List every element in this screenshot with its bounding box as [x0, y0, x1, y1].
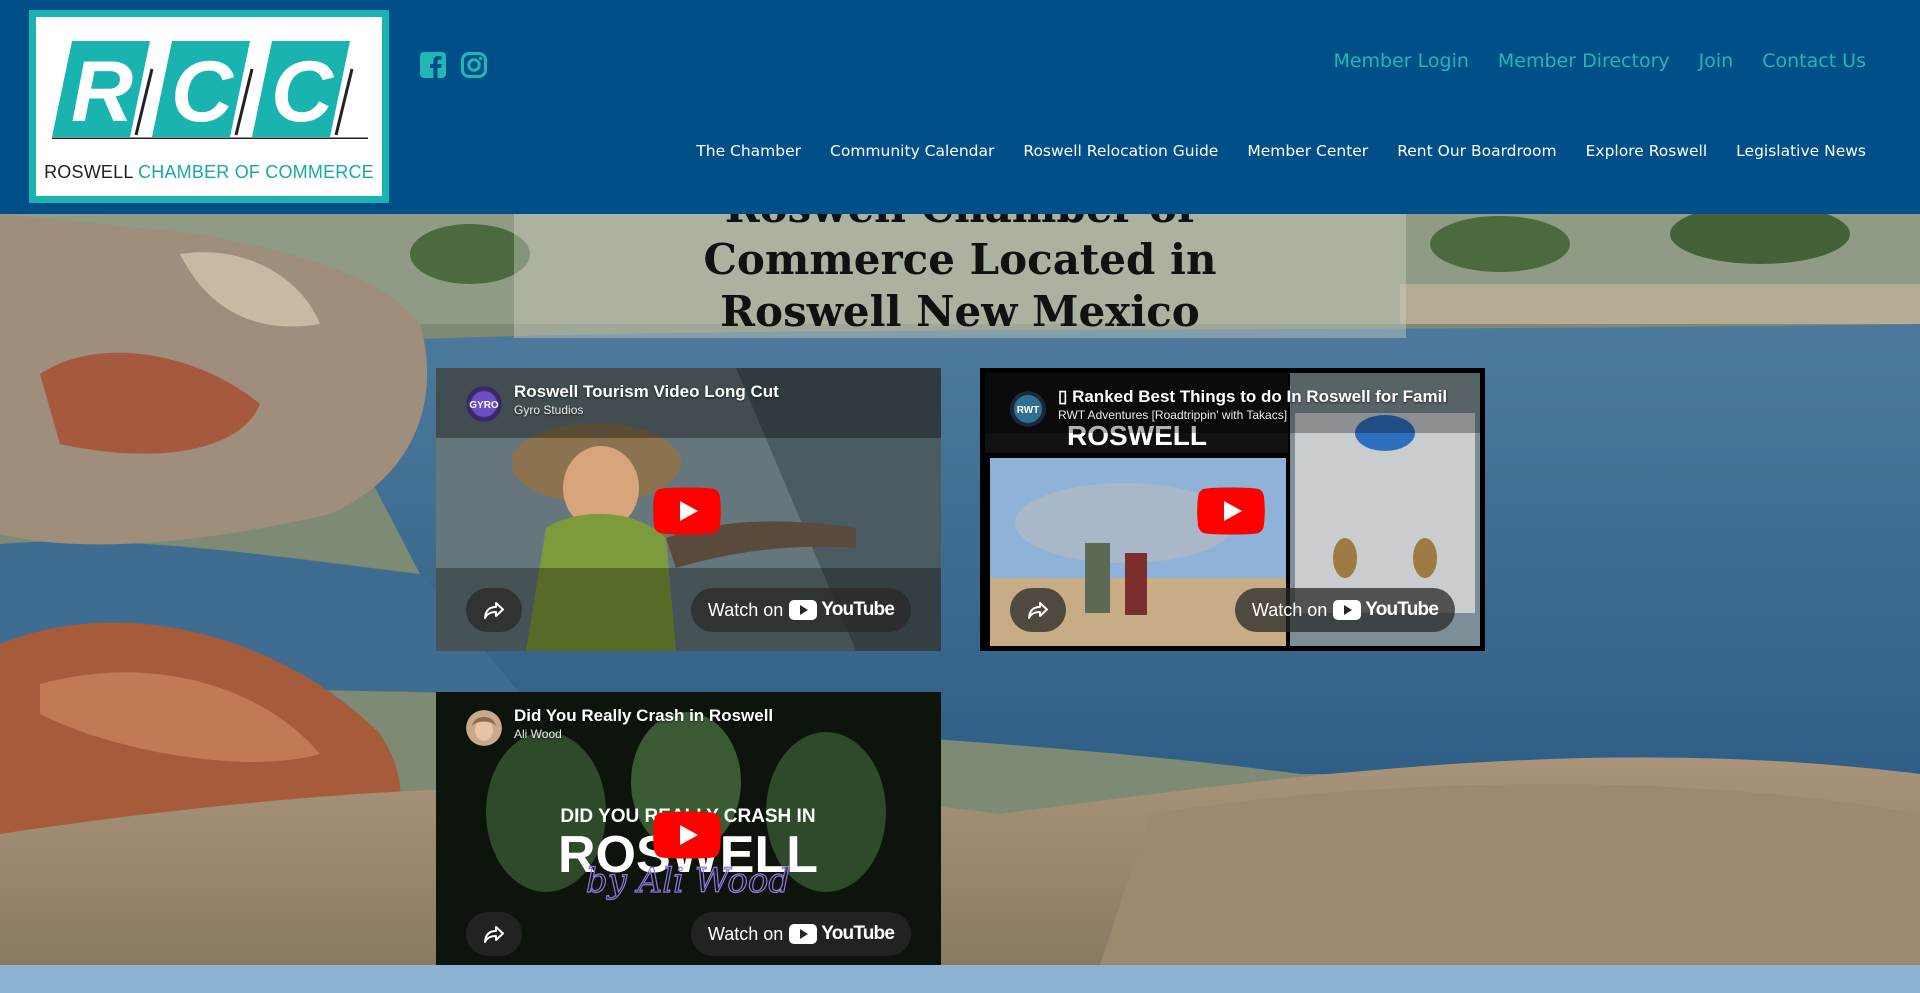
- nav-member-center[interactable]: Member Center: [1247, 142, 1368, 160]
- play-button-icon[interactable]: [653, 487, 721, 535]
- facebook-icon[interactable]: [419, 51, 447, 79]
- member-login-link[interactable]: Member Login: [1333, 50, 1468, 72]
- logo-letter-r: R: [71, 44, 133, 139]
- instagram-icon[interactable]: [460, 51, 488, 79]
- youtube-wordmark: YouTube: [1365, 599, 1439, 620]
- logo-wordmark-dark: ROSWELL: [44, 162, 133, 182]
- video-channel[interactable]: Ali Wood: [514, 727, 562, 741]
- video-title[interactable]: ▯ Ranked Best Things to do In Roswell fo…: [1058, 387, 1448, 407]
- nav-the-chamber[interactable]: The Chamber: [696, 142, 801, 160]
- share-icon: [1028, 602, 1048, 619]
- page-title-line-2: Commerce Located in: [703, 235, 1217, 284]
- logo-wordmark: ROSWELL CHAMBER OF COMMERCE: [36, 162, 382, 183]
- nav-legislative-news[interactable]: Legislative News: [1736, 142, 1866, 160]
- watch-on-youtube-button[interactable]: Watch on YouTube: [691, 912, 911, 956]
- channel-avatar[interactable]: GYRO: [466, 386, 502, 422]
- watch-on-youtube-button[interactable]: Watch on YouTube: [691, 588, 911, 632]
- youtube-logo-icon: YouTube: [789, 923, 895, 945]
- play-button-icon[interactable]: [1197, 487, 1265, 535]
- share-button[interactable]: [466, 912, 522, 956]
- member-directory-link[interactable]: Member Directory: [1498, 50, 1670, 72]
- watch-on-label: Watch on: [707, 599, 784, 620]
- channel-avatar[interactable]: RWT: [1010, 391, 1046, 427]
- thumb-text-line-3: by Ali Wood: [586, 861, 790, 901]
- utility-nav: Member Login Member Directory Join Conta…: [1333, 50, 1866, 72]
- youtube-logo-icon: YouTube: [1333, 599, 1439, 621]
- svg-text:RWT: RWT: [1017, 405, 1040, 416]
- video-title[interactable]: Did You Really Crash in Roswell: [514, 706, 924, 726]
- watch-on-youtube-button[interactable]: Watch on YouTube: [1235, 588, 1455, 632]
- watch-on-label: Watch on: [1251, 599, 1328, 620]
- share-button[interactable]: [1010, 588, 1066, 632]
- channel-avatar[interactable]: [466, 710, 502, 746]
- logo-wordmark-teal: CHAMBER OF COMMERCE: [138, 162, 374, 182]
- watch-on-label: Watch on: [707, 923, 784, 944]
- video-channel[interactable]: RWT Adventures [Roadtrippin' with Takacs…: [1058, 408, 1287, 422]
- share-button[interactable]: [466, 588, 522, 632]
- youtube-wordmark: YouTube: [821, 923, 895, 944]
- nav-rent-boardroom[interactable]: Rent Our Boardroom: [1397, 142, 1556, 160]
- hero-title-box: Roswell Chamber of Commerce Located in R…: [514, 214, 1406, 338]
- page-title-line-3: Roswell New Mexico: [720, 287, 1200, 336]
- main-nav: The Chamber Community Calendar Roswell R…: [696, 142, 1866, 160]
- youtube-embed-ranked-best-things[interactable]: ROSWELL RWT ▯ Ranked Best Things to do I…: [980, 368, 1485, 651]
- share-icon: [484, 602, 504, 619]
- youtube-embed-tourism[interactable]: GYRO Roswell Tourism Video Long Cut Gyro…: [436, 368, 941, 651]
- share-icon: [484, 926, 504, 943]
- page-title-line-1: Roswell Chamber of: [725, 214, 1196, 232]
- join-link[interactable]: Join: [1699, 50, 1734, 72]
- svg-text:GYRO: GYRO: [469, 400, 499, 411]
- site-header: R C C ROSWELL CHAMBER OF COMMERCE Member…: [0, 0, 1920, 214]
- nav-community-calendar[interactable]: Community Calendar: [830, 142, 994, 160]
- youtube-wordmark: YouTube: [821, 599, 895, 620]
- youtube-embed-did-you-crash[interactable]: DID YOU REALLY CRASH IN ROSWELL by Ali W…: [436, 692, 941, 965]
- logo-letter-c2: C: [271, 44, 335, 139]
- logo-letter-c1: C: [171, 44, 235, 139]
- hero-section: Roswell Chamber of Commerce Located in R…: [0, 214, 1920, 965]
- nav-explore-roswell[interactable]: Explore Roswell: [1586, 142, 1708, 160]
- play-button-icon[interactable]: [653, 811, 721, 859]
- page-title: Roswell Chamber of Commerce Located in R…: [514, 214, 1406, 338]
- nav-relocation-guide[interactable]: Roswell Relocation Guide: [1023, 142, 1218, 160]
- logo-letters: R C C: [52, 41, 368, 139]
- youtube-logo-icon: YouTube: [789, 599, 895, 621]
- contact-us-link[interactable]: Contact Us: [1762, 50, 1866, 72]
- video-title[interactable]: Roswell Tourism Video Long Cut: [514, 382, 924, 402]
- video-channel[interactable]: Gyro Studios: [514, 403, 583, 417]
- rcc-logo[interactable]: R C C ROSWELL CHAMBER OF COMMERCE: [29, 10, 389, 203]
